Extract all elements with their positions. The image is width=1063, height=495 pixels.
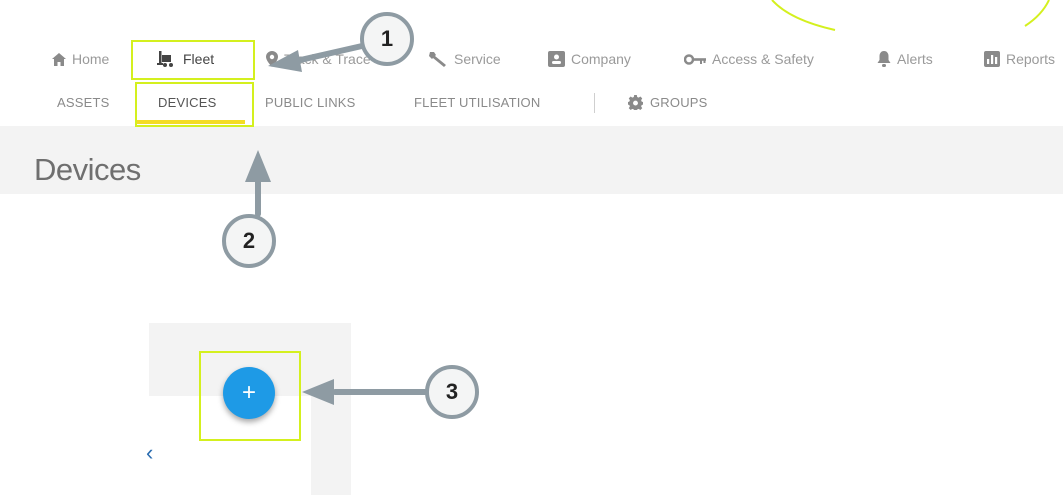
tab-fleet-utilisation-label: FLEET UTILISATION	[414, 95, 541, 110]
active-tab-underline	[137, 120, 245, 124]
bar-chart-icon	[984, 51, 1000, 67]
forklift-icon	[157, 51, 173, 67]
tab-fleet-utilisation[interactable]: FLEET UTILISATION	[414, 80, 540, 125]
plus-icon: +	[241, 379, 256, 406]
bell-icon	[877, 51, 891, 67]
nav-service[interactable]: Service	[428, 38, 501, 80]
nav-track-trace[interactable]: Track & Trace	[266, 38, 371, 80]
tab-public-links[interactable]: PUBLIC LINKS	[265, 80, 356, 125]
main-nav: Home Fleet Track & Trace Service Company…	[0, 38, 1063, 80]
subnav-divider	[594, 93, 595, 113]
nav-home[interactable]: Home	[52, 38, 109, 80]
tab-groups[interactable]: GROUPS	[628, 80, 708, 125]
nav-home-label: Home	[72, 51, 110, 67]
nav-track-label: Track & Trace	[284, 51, 371, 67]
key-icon	[684, 53, 706, 65]
page-header	[0, 126, 1063, 194]
tab-devices[interactable]: DEVICES	[158, 80, 216, 125]
nav-company-label: Company	[571, 51, 631, 67]
decorative-arc-left	[771, 0, 836, 31]
callout-2: 2	[222, 214, 276, 268]
decorative-arc-right	[1024, 0, 1050, 27]
map-pin-icon	[266, 51, 278, 67]
callout-1: 1	[360, 12, 414, 66]
nav-reports[interactable]: Reports	[984, 38, 1055, 80]
page-title: Devices	[34, 152, 141, 187]
gear-icon	[628, 95, 643, 110]
nav-access-label: Access & Safety	[712, 51, 814, 67]
collapse-chevron-icon[interactable]: ‹	[146, 442, 153, 464]
tab-groups-label: GROUPS	[650, 95, 708, 110]
home-icon	[52, 52, 66, 66]
nav-alerts[interactable]: Alerts	[877, 38, 933, 80]
tab-assets[interactable]: ASSETS	[57, 80, 110, 125]
nav-service-label: Service	[454, 51, 501, 67]
wrench-icon	[429, 51, 446, 67]
nav-company[interactable]: Company	[548, 38, 631, 80]
sub-nav: ASSETS DEVICES PUBLIC LINKS FLEET UTILIS…	[0, 80, 1063, 125]
tab-devices-label: DEVICES	[158, 95, 217, 110]
side-panel-column	[311, 396, 351, 495]
tab-assets-label: ASSETS	[57, 95, 110, 110]
nav-reports-label: Reports	[1006, 51, 1056, 67]
nav-alerts-label: Alerts	[897, 51, 933, 67]
company-card-icon	[548, 51, 565, 67]
callout-3: 3	[425, 365, 479, 419]
add-device-button[interactable]: +	[223, 367, 275, 419]
nav-fleet[interactable]: Fleet	[157, 38, 214, 80]
nav-fleet-label: Fleet	[183, 51, 215, 67]
tab-public-links-label: PUBLIC LINKS	[265, 95, 356, 110]
nav-access-safety[interactable]: Access & Safety	[684, 38, 814, 80]
